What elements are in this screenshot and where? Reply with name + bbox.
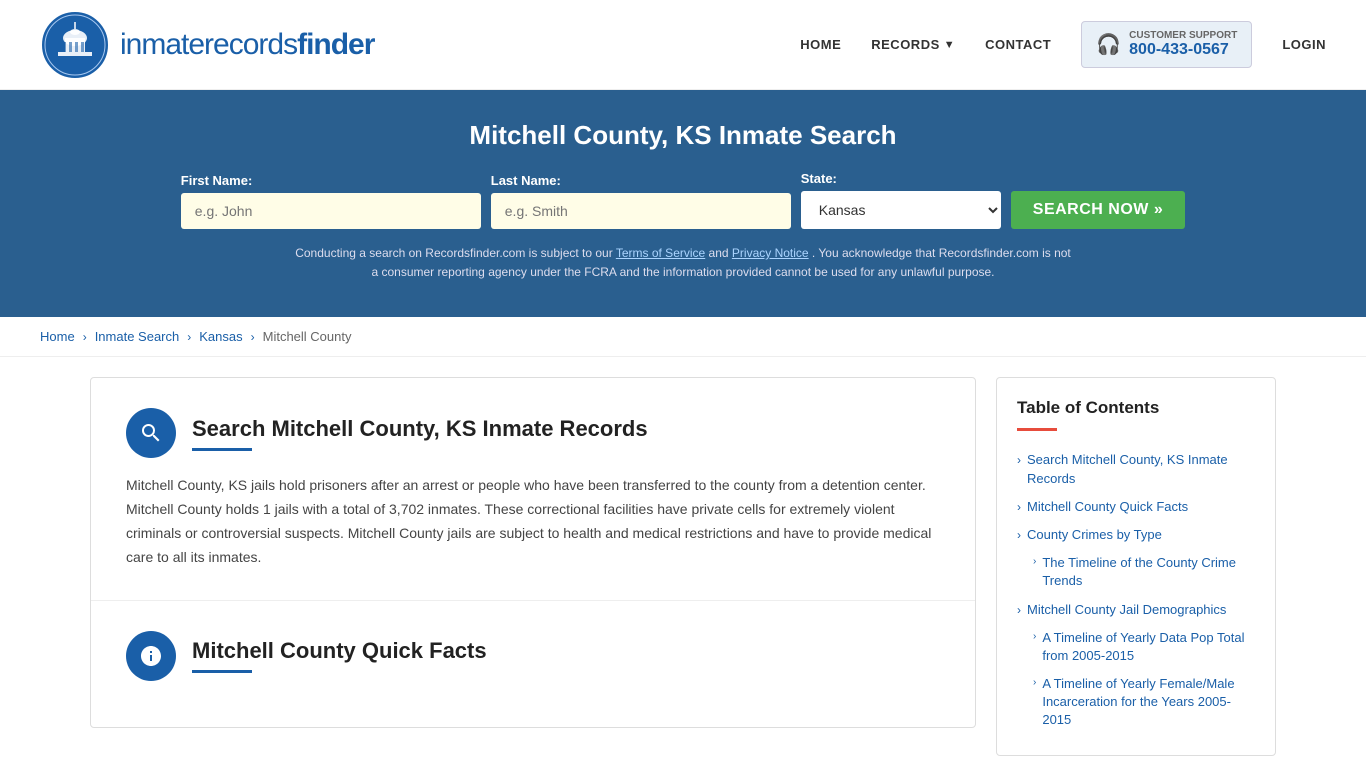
toc-item-5[interactable]: › A Timeline of Yearly Data Pop Total fr… <box>1017 624 1255 670</box>
last-name-input[interactable] <box>491 193 791 229</box>
search-button[interactable]: SEARCH NOW » <box>1011 191 1185 229</box>
state-label: State: <box>801 171 837 186</box>
toc-list: › Search Mitchell County, KS Inmate Reco… <box>1017 446 1255 734</box>
toc-link-6: A Timeline of Yearly Female/Male Incarce… <box>1042 675 1255 730</box>
toc-chevron-6: › <box>1033 677 1036 688</box>
first-name-input[interactable] <box>181 193 481 229</box>
toc-item-6[interactable]: › A Timeline of Yearly Female/Male Incar… <box>1017 670 1255 735</box>
nav-records-label: RECORDS <box>871 37 940 52</box>
toc-chevron-1: › <box>1017 500 1021 514</box>
info-icon-circle <box>126 631 176 681</box>
state-group: State: Kansas <box>801 171 1001 229</box>
toc-link-5: A Timeline of Yearly Data Pop Total from… <box>1042 629 1255 665</box>
hero-section: Mitchell County, KS Inmate Search First … <box>0 90 1366 317</box>
info-icon <box>139 644 163 668</box>
support-label: CUSTOMER SUPPORT <box>1129 30 1237 41</box>
logo-icon <box>40 10 110 80</box>
section2-title: Mitchell County Quick Facts <box>192 638 487 664</box>
section2-title-wrap: Mitchell County Quick Facts <box>192 638 487 673</box>
privacy-notice-link[interactable]: Privacy Notice <box>732 246 809 260</box>
breadcrumb-kansas[interactable]: Kansas <box>199 329 242 344</box>
first-name-label: First Name: <box>181 173 253 188</box>
customer-support-box: 🎧 CUSTOMER SUPPORT 800-433-0567 <box>1081 21 1252 68</box>
disclaimer-text: Conducting a search on Recordsfinder.com… <box>293 244 1073 282</box>
nav-records[interactable]: RECORDS ▼ <box>871 37 955 52</box>
section1-body: Mitchell County, KS jails hold prisoners… <box>126 474 940 569</box>
headset-icon: 🎧 <box>1096 32 1121 57</box>
toc-item-0[interactable]: › Search Mitchell County, KS Inmate Reco… <box>1017 446 1255 492</box>
nav-home[interactable]: HOME <box>800 37 841 52</box>
first-name-group: First Name: <box>181 173 481 229</box>
search-icon-circle <box>126 408 176 458</box>
last-name-label: Last Name: <box>491 173 561 188</box>
toc-chevron-3: › <box>1033 556 1036 567</box>
toc-chevron-2: › <box>1017 528 1021 542</box>
toc-item-3[interactable]: › The Timeline of the County Crime Trend… <box>1017 549 1255 595</box>
toc-link-1: Mitchell County Quick Facts <box>1027 498 1188 516</box>
site-header: inmaterecordsfinder HOME RECORDS ▼ CONTA… <box>0 0 1366 90</box>
breadcrumb-sep-3: › <box>251 330 255 344</box>
toc-chevron-4: › <box>1017 603 1021 617</box>
sidebar: Table of Contents › Search Mitchell Coun… <box>996 377 1276 755</box>
toc-item-4[interactable]: › Mitchell County Jail Demographics <box>1017 596 1255 624</box>
support-info: CUSTOMER SUPPORT 800-433-0567 <box>1129 30 1237 59</box>
toc-chevron-0: › <box>1017 453 1021 467</box>
toc-title: Table of Contents <box>1017 398 1255 418</box>
toc-link-0: Search Mitchell County, KS Inmate Record… <box>1027 451 1255 487</box>
logo[interactable]: inmaterecordsfinder <box>40 10 374 80</box>
section2-header: Mitchell County Quick Facts <box>126 631 940 681</box>
section2-underline <box>192 670 252 673</box>
nav-contact[interactable]: CONTACT <box>985 37 1051 52</box>
toc-item-2[interactable]: › County Crimes by Type <box>1017 521 1255 549</box>
logo-text: inmaterecordsfinder <box>120 28 374 62</box>
content-section-quickfacts: Mitchell County Quick Facts <box>91 601 975 727</box>
main-nav: HOME RECORDS ▼ CONTACT 🎧 CUSTOMER SUPPOR… <box>800 21 1326 68</box>
page-title: Mitchell County, KS Inmate Search <box>40 120 1326 151</box>
content-area: Search Mitchell County, KS Inmate Record… <box>90 377 976 727</box>
breadcrumb-sep-1: › <box>83 330 87 344</box>
terms-of-service-link[interactable]: Terms of Service <box>616 246 705 260</box>
section1-header: Search Mitchell County, KS Inmate Record… <box>126 408 940 458</box>
main-container: Search Mitchell County, KS Inmate Record… <box>50 377 1316 755</box>
toc-underline <box>1017 428 1057 431</box>
breadcrumb: Home › Inmate Search › Kansas › Mitchell… <box>0 317 1366 357</box>
toc-chevron-5: › <box>1033 631 1036 642</box>
breadcrumb-current: Mitchell County <box>263 329 352 344</box>
breadcrumb-inmate-search[interactable]: Inmate Search <box>95 329 180 344</box>
last-name-group: Last Name: <box>491 173 791 229</box>
toc-link-3: The Timeline of the County Crime Trends <box>1042 554 1255 590</box>
toc-link-4: Mitchell County Jail Demographics <box>1027 601 1226 619</box>
toc-link-2: County Crimes by Type <box>1027 526 1162 544</box>
section1-title: Search Mitchell County, KS Inmate Record… <box>192 416 648 442</box>
search-form: First Name: Last Name: State: Kansas SEA… <box>40 171 1326 229</box>
toc-item-1[interactable]: › Mitchell County Quick Facts <box>1017 493 1255 521</box>
state-select[interactable]: Kansas <box>801 191 1001 229</box>
chevron-down-icon: ▼ <box>944 39 955 51</box>
section1-title-wrap: Search Mitchell County, KS Inmate Record… <box>192 416 648 451</box>
content-section-search: Search Mitchell County, KS Inmate Record… <box>91 378 975 600</box>
breadcrumb-sep-2: › <box>187 330 191 344</box>
search-icon <box>139 421 163 445</box>
logo-normal-text: inmaterecords <box>120 28 297 61</box>
nav-login[interactable]: LOGIN <box>1282 37 1326 52</box>
section1-underline <box>192 448 252 451</box>
support-phone: 800-433-0567 <box>1129 41 1237 59</box>
logo-bold-text: finder <box>297 28 374 61</box>
breadcrumb-home[interactable]: Home <box>40 329 75 344</box>
